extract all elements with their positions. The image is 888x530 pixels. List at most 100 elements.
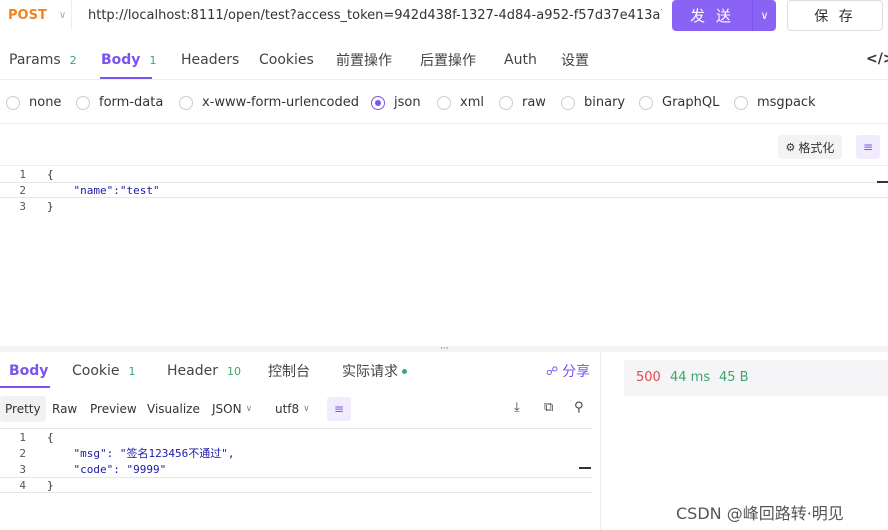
radio-msgpack[interactable]: msgpack <box>734 95 816 110</box>
tab-label: Cookies <box>259 52 314 68</box>
code-text: { <box>47 430 54 444</box>
line-number: 1 <box>19 167 26 181</box>
radio-circle <box>734 95 748 110</box>
method-label: POST <box>8 7 47 23</box>
save-button[interactable]: 保 存 <box>787 0 883 31</box>
code-line: 3 } <box>0 198 888 214</box>
tab-label: Params <box>9 52 61 68</box>
tab-params[interactable]: Params 2 <box>9 40 77 80</box>
tab-count: 10 <box>226 364 241 378</box>
method-select[interactable]: POST ∨ <box>0 0 72 30</box>
radio-label: raw <box>522 95 546 110</box>
download-icon[interactable]: ⤓ <box>514 400 520 415</box>
radio-circle <box>179 95 193 110</box>
radio-none[interactable]: none <box>6 95 61 110</box>
share-button[interactable]: ☍ 分享 <box>546 361 590 381</box>
view-preview[interactable]: Preview <box>85 396 142 422</box>
tab-label: 控制台 <box>268 364 310 380</box>
radio-circle <box>499 95 513 110</box>
chevron-down-icon: ∨ <box>760 9 769 22</box>
radio-label: none <box>29 95 62 110</box>
wrap-lines-icon[interactable]: ≡ <box>856 135 880 159</box>
code-text: } <box>47 478 54 492</box>
copy-icon[interactable]: ⧉ <box>544 400 553 415</box>
radio-circle <box>561 95 575 110</box>
send-options-button[interactable]: ∨ <box>752 0 776 31</box>
radio-xml[interactable]: xml <box>437 95 484 110</box>
view-visualize[interactable]: Visualize <box>142 396 205 422</box>
format-label: 格式化 <box>798 140 835 155</box>
tab-actual-request[interactable]: 实际请求 <box>342 352 407 390</box>
encoding-value: utf8 <box>275 402 300 416</box>
radio-graphql[interactable]: GraphQL <box>639 95 719 110</box>
scroll-marker <box>579 467 591 469</box>
wrap-lines-icon[interactable]: ≡ <box>327 397 351 421</box>
radio-label: binary <box>584 95 626 110</box>
radio-json[interactable]: json <box>371 95 421 110</box>
tab-response-body[interactable]: Body <box>9 352 48 390</box>
tab-body[interactable]: Body 1 <box>101 40 156 80</box>
code-line: 1 { <box>0 429 592 445</box>
encoding-select[interactable]: utf8 ∨ <box>270 396 315 422</box>
tab-count: 2 <box>69 53 77 67</box>
response-status-panel: 500 44 ms 45 B <box>624 360 888 396</box>
request-body-editor[interactable]: 1 { 2 "name":"test" 3 } <box>0 166 888 346</box>
code-text: } <box>47 199 54 213</box>
code-text: "msg": "签名123456不通过", <box>47 447 235 460</box>
line-number: 2 <box>19 183 26 197</box>
send-button-group: 发 送 ∨ <box>672 0 776 31</box>
tab-headers[interactable]: Headers <box>181 40 239 80</box>
share-icon: ☍ <box>546 364 559 378</box>
search-icon[interactable]: ⚲ <box>574 400 584 415</box>
tab-auth[interactable]: Auth <box>504 40 537 80</box>
tab-pre-actions[interactable]: 前置操作 <box>336 40 392 80</box>
chevron-down-icon: ∨ <box>245 404 253 414</box>
line-number: 3 <box>19 462 26 476</box>
response-body-viewer[interactable]: 1 { 2 "msg": "签名123456不通过", 3 "code": "9… <box>0 428 592 530</box>
tab-label: Auth <box>504 52 537 68</box>
line-number: 1 <box>19 430 26 444</box>
line-number: 4 <box>19 478 26 492</box>
line-number: 2 <box>19 446 26 460</box>
tab-console[interactable]: 控制台 <box>268 352 310 390</box>
tab-label: Body <box>101 52 141 68</box>
vertical-divider <box>600 352 601 530</box>
view-raw[interactable]: Raw <box>47 396 82 422</box>
radio-binary[interactable]: binary <box>561 95 625 110</box>
tab-label: 设置 <box>561 53 589 69</box>
code-line: 3 "code": "9999" <box>0 461 592 477</box>
chevron-down-icon: ∨ <box>303 404 310 414</box>
radio-x-www-form-urlencoded[interactable]: x-www-form-urlencoded <box>179 95 359 110</box>
tab-settings[interactable]: 设置 <box>561 40 589 80</box>
url-bar: POST ∨ http://localhost:8111/open/test?a… <box>0 0 888 32</box>
view-pretty[interactable]: Pretty <box>0 396 46 422</box>
tab-label: Headers <box>181 52 240 68</box>
code-text: "code": "9999" <box>47 462 167 476</box>
code-text: "name":"test" <box>47 183 160 197</box>
radio-label: json <box>394 95 421 110</box>
code-line: 2 "msg": "签名123456不通过", <box>0 445 592 461</box>
radio-raw[interactable]: raw <box>499 95 546 110</box>
format-select[interactable]: JSON ∨ <box>207 396 257 422</box>
send-button[interactable]: 发 送 <box>672 0 752 31</box>
radio-circle <box>437 95 451 110</box>
code-icon[interactable]: </> <box>866 51 888 67</box>
radio-label: xml <box>460 95 484 110</box>
tab-label: 后置操作 <box>420 53 476 69</box>
share-label: 分享 <box>562 364 591 380</box>
tab-post-actions[interactable]: 后置操作 <box>420 40 476 80</box>
response-toolbar: Pretty Raw Preview Visualize JSON ∨ utf8… <box>0 396 600 424</box>
tab-response-header[interactable]: Header 10 <box>167 352 241 390</box>
radio-form-data[interactable]: form-data <box>76 95 163 110</box>
code-line: 1 { <box>0 166 888 182</box>
tab-label: 前置操作 <box>336 53 392 69</box>
url-input[interactable]: http://localhost:8111/open/test?access_t… <box>88 0 662 30</box>
tab-response-cookie[interactable]: Cookie 1 <box>72 352 136 390</box>
watermark: CSDN @峰回路转·明见 <box>676 504 844 523</box>
body-type-selector: none form-data x-www-form-urlencoded jso… <box>0 84 888 124</box>
code-text: { <box>47 167 54 181</box>
format-button[interactable]: ⚙ 格式化 <box>778 135 842 159</box>
line-number: 3 <box>19 199 26 213</box>
tab-cookies[interactable]: Cookies <box>259 40 314 80</box>
radio-label: GraphQL <box>662 95 720 110</box>
